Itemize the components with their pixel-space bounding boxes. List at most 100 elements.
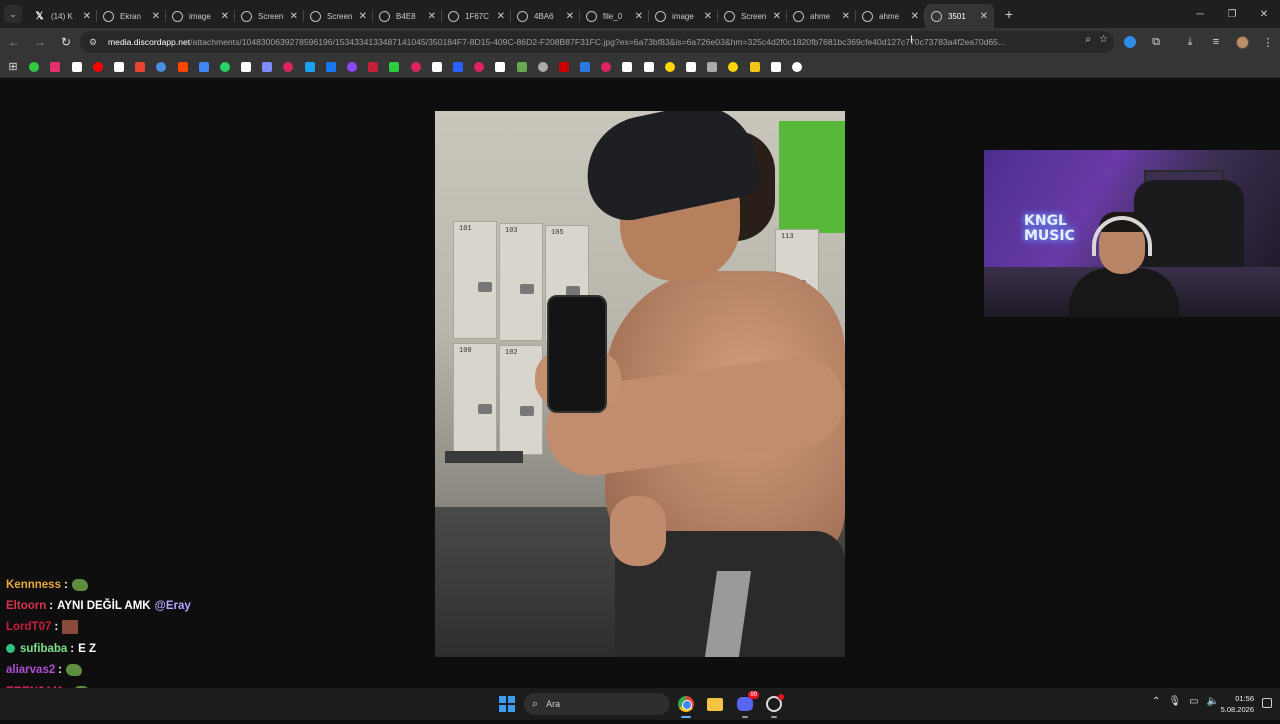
tab-8[interactable]: file_0 ✕: [580, 4, 649, 28]
tray-chevron-icon[interactable]: ⌃: [1152, 696, 1160, 707]
bookmark-icon[interactable]: [197, 56, 211, 78]
volume-icon[interactable]: 🔈: [1207, 696, 1219, 707]
bookmark-icon[interactable]: [176, 56, 190, 78]
tab-close-icon[interactable]: ✕: [290, 11, 298, 22]
bookmark-icon[interactable]: [493, 56, 507, 78]
tab-close-icon[interactable]: ✕: [773, 11, 781, 22]
taskbar-discord[interactable]: 99: [735, 691, 759, 718]
tab-close-icon[interactable]: ✕: [911, 11, 919, 22]
new-tab-button[interactable]: +: [998, 3, 1020, 25]
tab-search-button[interactable]: ⌄: [4, 5, 22, 23]
bookmark-icon[interactable]: [769, 56, 783, 78]
extension-icon[interactable]: [1122, 31, 1138, 53]
zoom-icon[interactable]: ⌕: [1085, 34, 1091, 45]
network-icon[interactable]: ▭: [1189, 696, 1198, 707]
tab-3[interactable]: Screen ✕: [235, 4, 304, 28]
tab-close-icon[interactable]: ✕: [83, 11, 91, 22]
bookmark-icon[interactable]: [345, 56, 359, 78]
bookmark-icon[interactable]: [620, 56, 634, 78]
bookmark-icon[interactable]: [451, 56, 465, 78]
start-button[interactable]: [499, 696, 515, 712]
extensions-puzzle-icon[interactable]: ⧉: [1148, 31, 1164, 53]
restore-button[interactable]: ❐: [1216, 0, 1248, 28]
tab-9[interactable]: image ✕: [649, 4, 718, 28]
tab-5[interactable]: B4E8 ✕: [373, 4, 442, 28]
microphone-icon[interactable]: 🎙: [1168, 696, 1181, 707]
bookmark-icon[interactable]: [48, 56, 62, 78]
taskbar-clock[interactable]: 01:56 5.08.2026: [1221, 693, 1254, 715]
tab-close-icon[interactable]: ✕: [635, 11, 643, 22]
bookmark-icon[interactable]: [260, 56, 274, 78]
tab-4[interactable]: Screen ✕: [304, 4, 373, 28]
bookmark-icon[interactable]: [112, 56, 126, 78]
tab-10[interactable]: Screen ✕: [718, 4, 787, 28]
tab-close-icon[interactable]: ✕: [152, 11, 160, 22]
tab-7[interactable]: 4BA6 ✕: [511, 4, 580, 28]
tab-close-icon[interactable]: ✕: [980, 11, 988, 22]
bookmark-icon[interactable]: [281, 56, 295, 78]
tab-close-icon[interactable]: ✕: [704, 11, 712, 22]
bookmark-icon[interactable]: [642, 56, 656, 78]
tab-2[interactable]: image ✕: [166, 4, 235, 28]
bookmark-icon[interactable]: [430, 56, 444, 78]
tab-close-icon[interactable]: ✕: [497, 11, 505, 22]
tab-11[interactable]: ahme ✕: [787, 4, 856, 28]
notification-icon[interactable]: [1262, 698, 1272, 708]
tab-close-icon[interactable]: ✕: [428, 11, 436, 22]
bookmark-icon[interactable]: [726, 56, 740, 78]
bookmark-icon[interactable]: [748, 56, 762, 78]
forward-button[interactable]: →: [28, 30, 52, 54]
bookmark-icon[interactable]: [515, 56, 529, 78]
tab-close-icon[interactable]: ✕: [842, 11, 850, 22]
taskbar-chrome[interactable]: [676, 694, 696, 718]
back-button[interactable]: ←: [2, 30, 26, 54]
tab-6[interactable]: 1F67C ✕: [442, 4, 511, 28]
address-bar[interactable]: ⚙ media.discordapp.net/attachments/10483…: [80, 31, 1114, 53]
download-icon[interactable]: ⤓: [1182, 31, 1198, 53]
bookmark-icon[interactable]: [387, 56, 401, 78]
taskbar-file-explorer[interactable]: [705, 694, 725, 714]
bookmark-icon[interactable]: [239, 56, 253, 78]
tab-close-icon[interactable]: ✕: [566, 11, 574, 22]
bookmark-icon[interactable]: [790, 56, 804, 78]
tab-12[interactable]: ahme ✕: [856, 4, 925, 28]
reload-button[interactable]: ↻: [54, 30, 78, 54]
bookmark-icon[interactable]: [303, 56, 317, 78]
bookmark-icon[interactable]: [663, 56, 677, 78]
url-text[interactable]: media.discordapp.net/attachments/1048300…: [108, 37, 1068, 47]
globe-icon: [586, 10, 597, 22]
bookmark-icon[interactable]: [324, 56, 338, 78]
minimize-button[interactable]: ─: [1184, 0, 1216, 28]
bookmark-icon[interactable]: [684, 56, 698, 78]
bookmark-icon[interactable]: [366, 56, 380, 78]
tab-1[interactable]: Ekran ✕: [97, 4, 166, 28]
bookmark-icon[interactable]: [536, 56, 550, 78]
bookmark-icon[interactable]: [27, 56, 41, 78]
bookmark-icon[interactable]: [70, 56, 84, 78]
menu-kebab-icon[interactable]: ⋮: [1260, 31, 1276, 53]
close-window-button[interactable]: ✕: [1248, 0, 1280, 28]
bookmark-icon[interactable]: [472, 56, 486, 78]
bookmark-icon[interactable]: [133, 56, 147, 78]
gym-selfie-image[interactable]: 101 103 105 100 102 113: [435, 111, 845, 657]
taskbar-search[interactable]: ⌕ Ara: [524, 693, 670, 715]
bookmark-icon[interactable]: [557, 56, 571, 78]
bookmark-icon[interactable]: [91, 56, 105, 78]
tab-0[interactable]: 𝕏 (14) K ✕: [28, 4, 97, 28]
apps-grid-icon[interactable]: ⊞: [6, 56, 20, 78]
tab-13[interactable]: 3501 ✕: [925, 4, 994, 28]
site-info-icon[interactable]: ⚙: [86, 35, 100, 49]
bookmark-icon[interactable]: [599, 56, 613, 78]
bookmark-icon[interactable]: [578, 56, 592, 78]
chat-separator: :: [58, 664, 63, 677]
bookmark-icon[interactable]: [705, 56, 719, 78]
profile-avatar[interactable]: [1234, 31, 1250, 53]
bookmark-icon[interactable]: [154, 56, 168, 78]
media-control-icon[interactable]: ≡: [1208, 31, 1224, 53]
taskbar-obs[interactable]: [764, 694, 784, 718]
bookmark-icon[interactable]: [218, 56, 232, 78]
tab-close-icon[interactable]: ✕: [221, 11, 229, 22]
bookmark-star-icon[interactable]: ☆: [1099, 34, 1108, 45]
bookmark-icon[interactable]: [409, 56, 423, 78]
tab-close-icon[interactable]: ✕: [359, 11, 367, 22]
